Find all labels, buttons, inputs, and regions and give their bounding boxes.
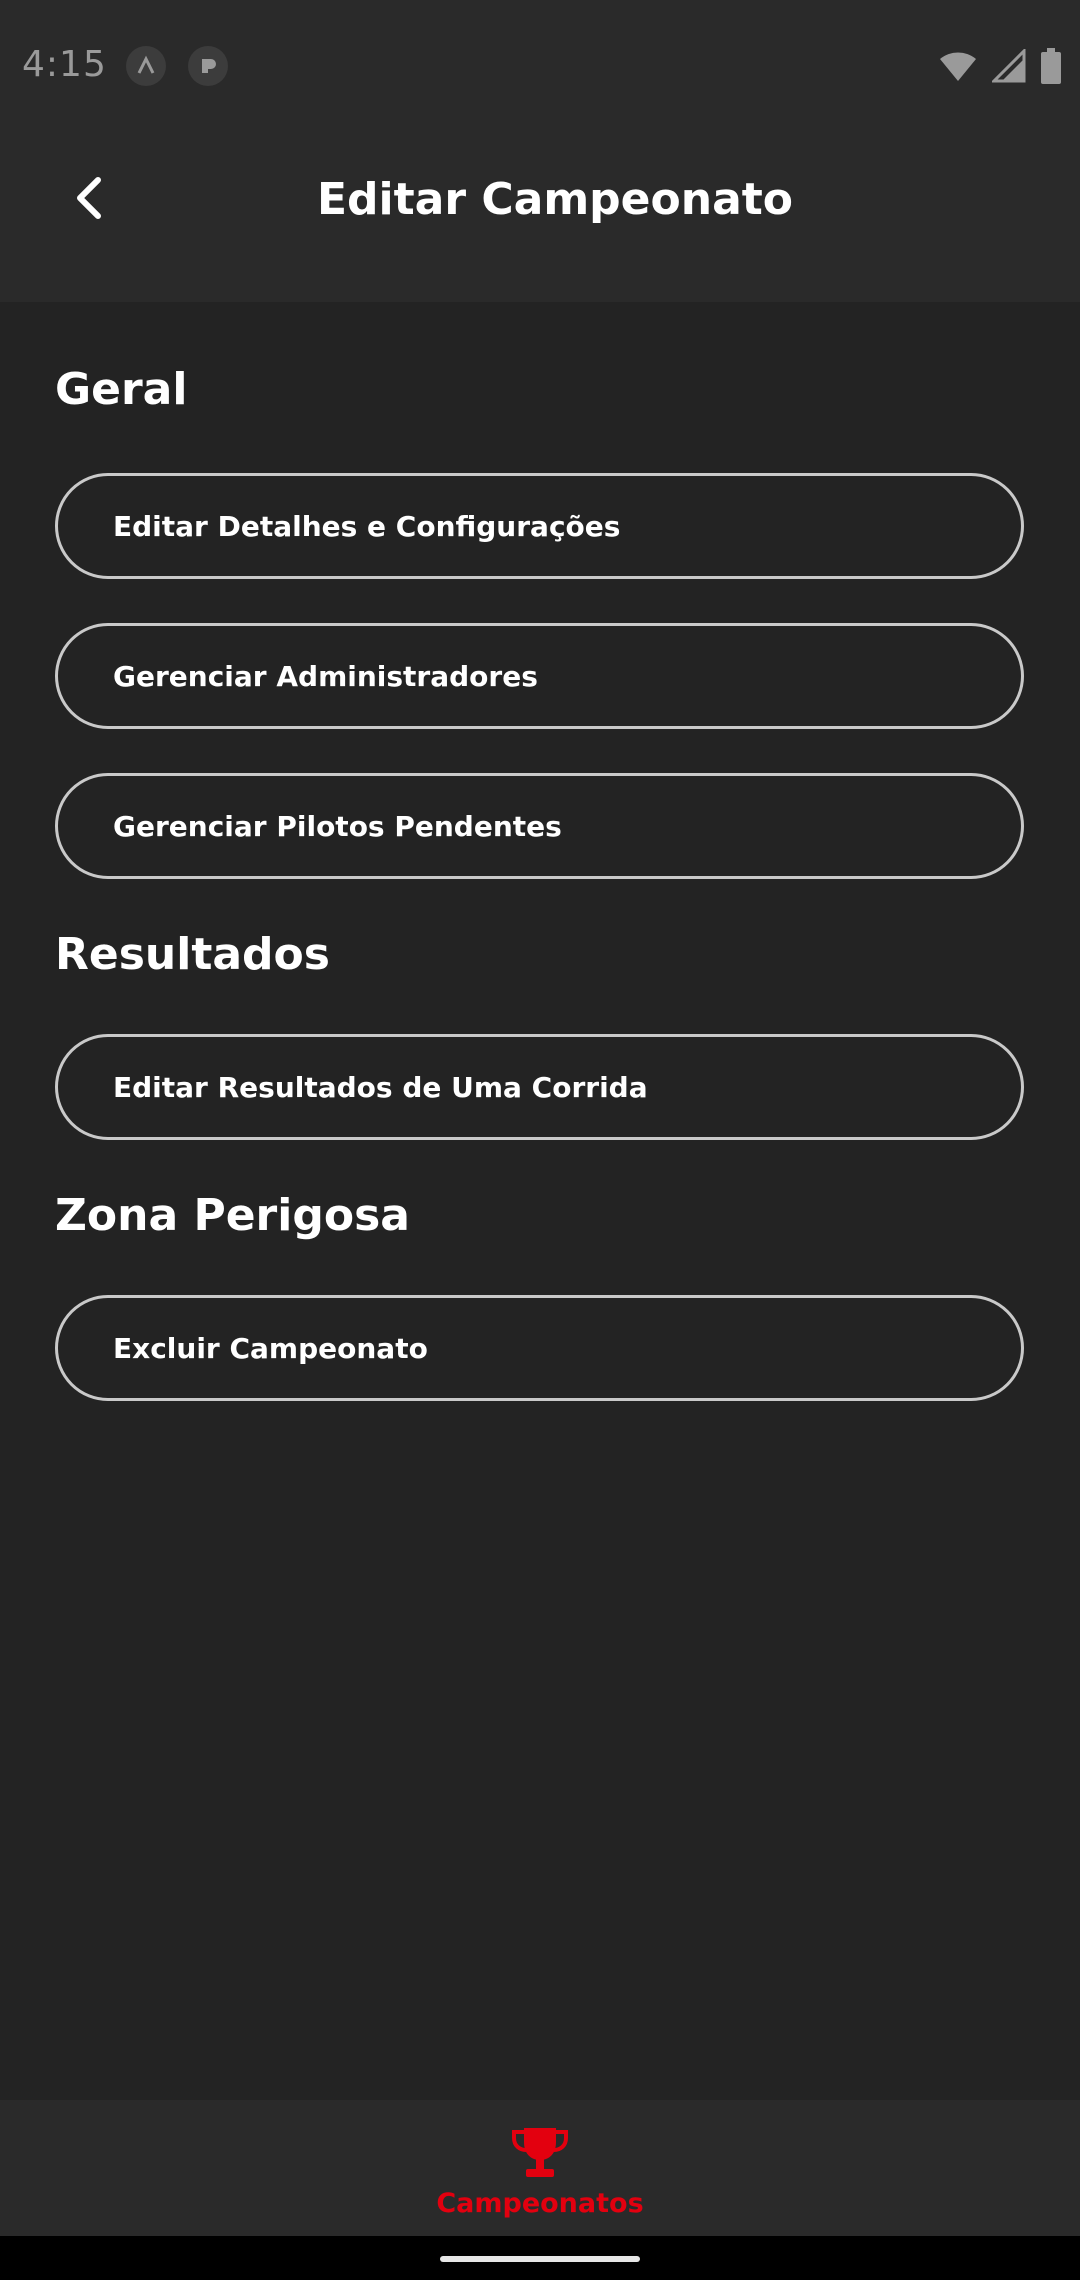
delete-championship-button[interactable]: Excluir Campeonato bbox=[55, 1295, 1024, 1401]
trophy-icon bbox=[512, 2128, 568, 2177]
manage-pending-drivers-button[interactable]: Gerenciar Pilotos Pendentes bbox=[55, 773, 1024, 879]
status-time: 4:15 bbox=[22, 44, 107, 85]
manage-admins-button[interactable]: Gerenciar Administradores bbox=[55, 623, 1024, 729]
edit-details-button[interactable]: Editar Detalhes e Configurações bbox=[55, 473, 1024, 579]
app-p-icon bbox=[188, 46, 228, 86]
app-bar: Editar Campeonato bbox=[0, 130, 1080, 302]
battery-icon bbox=[1041, 48, 1061, 84]
section-title-resultados: Resultados bbox=[55, 929, 330, 980]
section-title-zona-perigosa: Zona Perigosa bbox=[55, 1190, 410, 1241]
settings-content: Geral Editar Detalhes e Configurações Ge… bbox=[55, 302, 1025, 1401]
signal-icon bbox=[992, 49, 1026, 83]
edit-race-results-button[interactable]: Editar Resultados de Uma Corrida bbox=[55, 1034, 1024, 1140]
system-nav-bar bbox=[0, 2236, 1080, 2280]
wifi-icon bbox=[940, 52, 976, 81]
tab-label-campeonatos: Campeonatos bbox=[436, 2188, 644, 2219]
app-a-icon bbox=[126, 46, 166, 86]
bottom-nav: Campeonatos bbox=[0, 2100, 1080, 2236]
tab-campeonatos[interactable]: Campeonatos bbox=[0, 2126, 1080, 2219]
section-title-geral: Geral bbox=[55, 364, 188, 415]
page-title: Editar Campeonato bbox=[316, 174, 794, 225]
status-bar: 4:15 bbox=[0, 0, 1080, 130]
home-indicator[interactable] bbox=[440, 2256, 640, 2262]
